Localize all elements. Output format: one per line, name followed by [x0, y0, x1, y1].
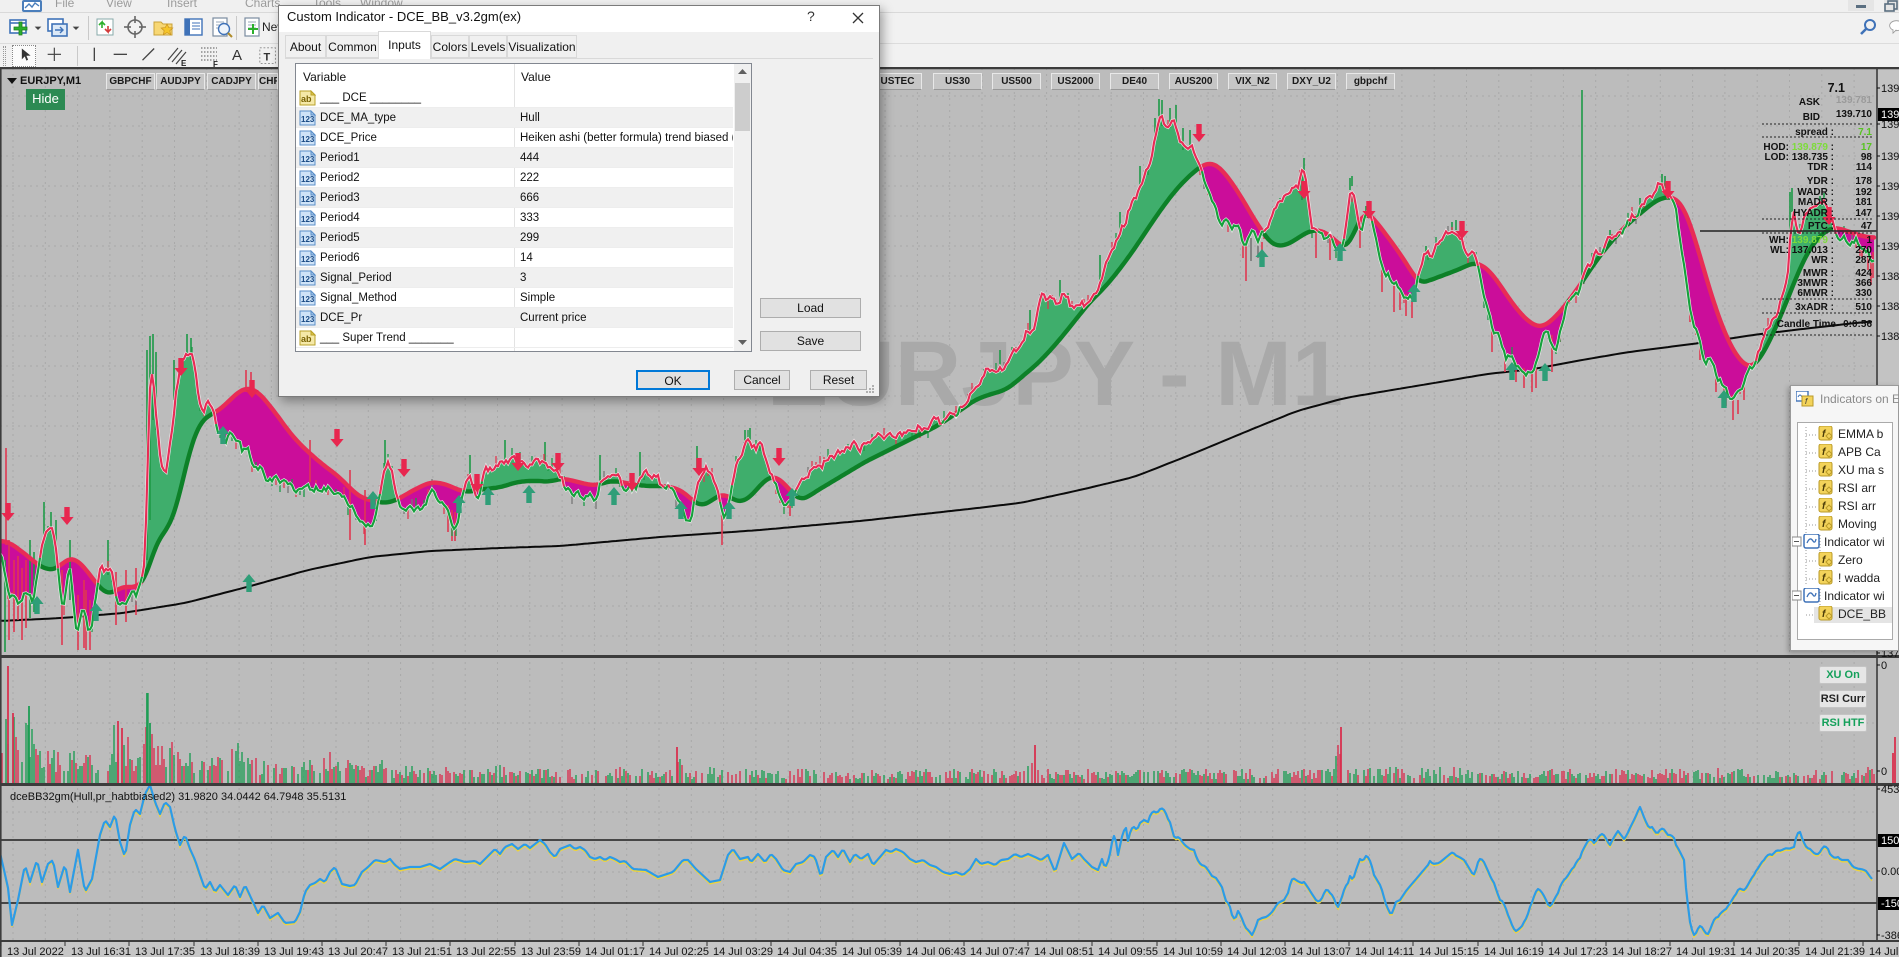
- svg-text:181: 181: [1855, 197, 1872, 208]
- svg-text:14 Jul 09:55: 14 Jul 09:55: [1098, 946, 1158, 957]
- svg-text:139.5: 139.5: [1881, 151, 1899, 163]
- svg-text:13 Jul 22:55: 13 Jul 22:55: [456, 946, 516, 957]
- svg-text:14 Jul 04:35: 14 Jul 04:35: [777, 946, 837, 957]
- svg-text:14 Jul 10:59: 14 Jul 10:59: [1163, 946, 1223, 957]
- svg-text:150: 150: [1881, 835, 1899, 847]
- svg-text:0: 0: [1881, 766, 1887, 778]
- svg-text:139.710: 139.710: [1836, 109, 1873, 120]
- svg-text:123: 123: [301, 275, 315, 284]
- svg-text:14 Jul 18:27: 14 Jul 18:27: [1612, 946, 1672, 957]
- svg-text:7.1: 7.1: [1828, 81, 1845, 95]
- svg-text:-386.4: -386.4: [1881, 930, 1899, 942]
- svg-text:13 Jul 19:43: 13 Jul 19:43: [264, 946, 324, 957]
- svg-text:123: 123: [301, 135, 315, 144]
- svg-text:330: 330: [1855, 288, 1872, 299]
- svg-text:E: E: [181, 59, 187, 68]
- svg-text:HYADR :: HYADR :: [1793, 208, 1834, 219]
- svg-text:7.1: 7.1: [1858, 127, 1872, 138]
- svg-text:123: 123: [301, 155, 315, 164]
- svg-text:14 Jul 19:31: 14 Jul 19:31: [1676, 946, 1736, 957]
- svg-text:13 Jul 23:59: 13 Jul 23:59: [521, 946, 581, 957]
- svg-text:139.781: 139.781: [1836, 95, 1873, 106]
- svg-text:123: 123: [301, 255, 315, 264]
- svg-text:147: 147: [1855, 208, 1872, 219]
- svg-text:-150: -150: [1881, 898, 1899, 910]
- svg-text:13 Jul 2022: 13 Jul 2022: [7, 946, 64, 957]
- svg-text:123: 123: [301, 195, 315, 204]
- svg-text:ASK: ASK: [1799, 97, 1821, 108]
- svg-text:139.2: 139.2: [1881, 211, 1899, 223]
- svg-text:14 Jul 13:07: 14 Jul 13:07: [1291, 946, 1351, 957]
- svg-text:ab: ab: [301, 94, 312, 104]
- svg-text:123: 123: [301, 175, 315, 184]
- svg-text:3xADR :: 3xADR :: [1795, 302, 1834, 313]
- svg-text:123: 123: [301, 315, 315, 324]
- svg-text:T: T: [264, 52, 271, 64]
- svg-text:Candle Time: Candle Time: [1777, 319, 1837, 330]
- svg-text:14 Jul 03:29: 14 Jul 03:29: [713, 946, 773, 957]
- svg-text:14 Jul 06:43: 14 Jul 06:43: [906, 946, 966, 957]
- svg-text:13 Jul 21:51: 13 Jul 21:51: [392, 946, 452, 957]
- svg-text:114: 114: [1856, 162, 1873, 173]
- svg-text:13 Jul 20:47: 13 Jul 20:47: [328, 946, 388, 957]
- svg-text:14 Jul 17:23: 14 Jul 17:23: [1548, 946, 1608, 957]
- svg-text:139.1: 139.1: [1881, 241, 1899, 253]
- svg-text:YDR :: YDR :: [1807, 176, 1834, 187]
- svg-text:139.4: 139.4: [1881, 181, 1899, 193]
- svg-text:510: 510: [1855, 302, 1872, 313]
- svg-text:TDR :: TDR :: [1807, 162, 1834, 173]
- svg-text:14 Jul 22:43: 14 Jul 22:43: [1869, 946, 1899, 957]
- svg-text:0.00: 0.00: [1881, 866, 1899, 878]
- svg-text:287: 287: [1855, 255, 1872, 266]
- svg-text:14 Jul 05:39: 14 Jul 05:39: [842, 946, 902, 957]
- svg-text:123: 123: [301, 235, 315, 244]
- svg-text:14 Jul 07:47: 14 Jul 07:47: [970, 946, 1030, 957]
- svg-text:F: F: [213, 60, 218, 68]
- svg-text:WR :: WR :: [1811, 255, 1834, 266]
- svg-text:13 Jul 16:31: 13 Jul 16:31: [71, 946, 131, 957]
- svg-text:14 Jul 01:17: 14 Jul 01:17: [585, 946, 645, 957]
- svg-text:0: 0: [1881, 660, 1887, 672]
- svg-text:6MWR :: 6MWR :: [1797, 288, 1834, 299]
- svg-text:139.7: 139.7: [1881, 109, 1899, 121]
- svg-text:453.0: 453.0: [1881, 784, 1899, 796]
- svg-text:14 Jul 08:51: 14 Jul 08:51: [1034, 946, 1094, 957]
- svg-text:spread :: spread :: [1795, 127, 1834, 138]
- svg-text:13 Jul 17:35: 13 Jul 17:35: [135, 946, 195, 957]
- svg-text:14 Jul 02:25: 14 Jul 02:25: [649, 946, 709, 957]
- svg-text:138.9: 138.9: [1881, 271, 1899, 283]
- svg-text:139.8: 139.8: [1881, 83, 1899, 95]
- svg-text:ab: ab: [301, 334, 312, 344]
- svg-text:dceBB32gm(Hull,pr_habtbiased2): dceBB32gm(Hull,pr_habtbiased2) 31.9820 3…: [10, 791, 346, 803]
- svg-text:178: 178: [1855, 176, 1872, 187]
- svg-text:14 Jul 14:11: 14 Jul 14:11: [1355, 946, 1414, 957]
- svg-text:0:0:56: 0:0:56: [1843, 319, 1872, 330]
- svg-text:13 Jul 18:39: 13 Jul 18:39: [200, 946, 260, 957]
- svg-text:123: 123: [301, 295, 315, 304]
- svg-text:138.7: 138.7: [1881, 331, 1899, 343]
- svg-text:14 Jul 15:15: 14 Jul 15:15: [1419, 946, 1479, 957]
- svg-text:123: 123: [301, 115, 315, 124]
- svg-text:BID: BID: [1803, 112, 1820, 123]
- svg-text:MADR :: MADR :: [1798, 197, 1834, 208]
- svg-text:14 Jul 21:39: 14 Jul 21:39: [1805, 946, 1865, 957]
- svg-text:123: 123: [301, 215, 315, 224]
- svg-text:14 Jul 16:19: 14 Jul 16:19: [1484, 946, 1544, 957]
- svg-text:138.8: 138.8: [1881, 301, 1899, 313]
- svg-text:14 Jul 12:03: 14 Jul 12:03: [1227, 946, 1287, 957]
- svg-text:14 Jul 20:35: 14 Jul 20:35: [1740, 946, 1800, 957]
